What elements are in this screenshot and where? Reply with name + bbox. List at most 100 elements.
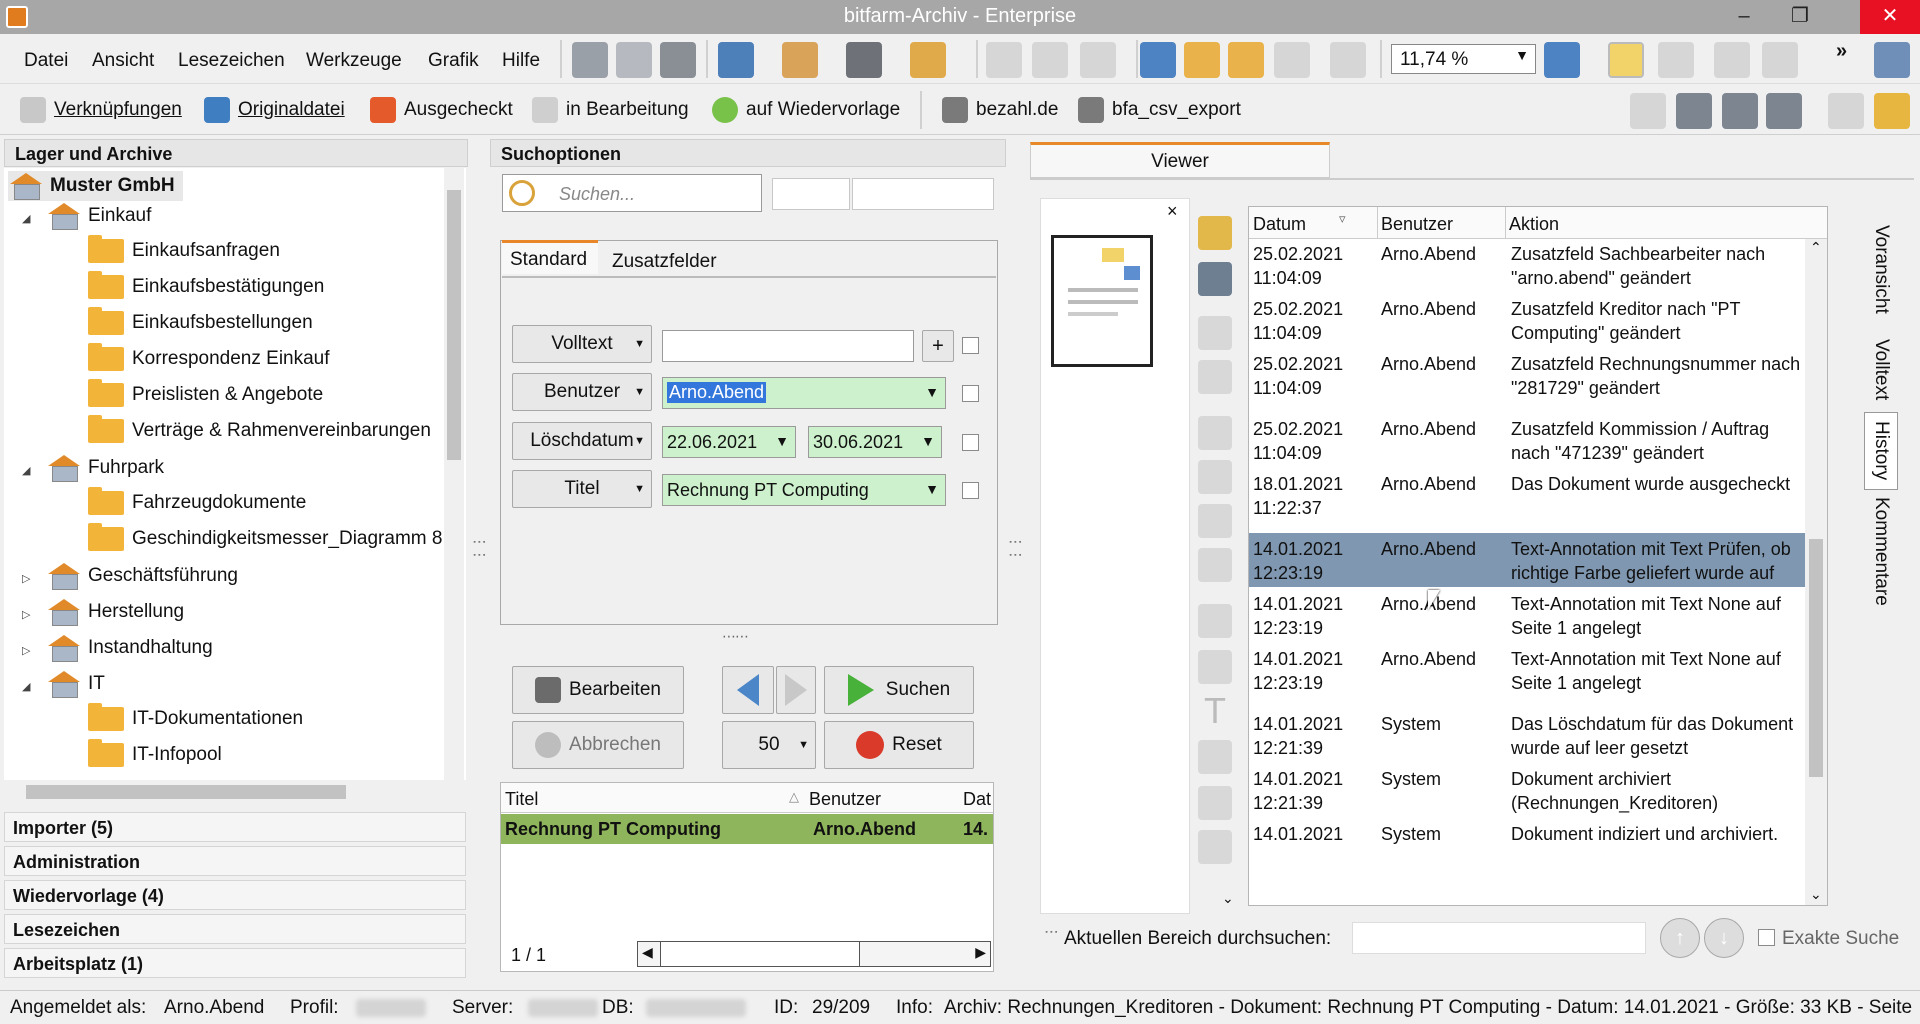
tree-node[interactable]: Einkaufsbestätigungen (88, 271, 324, 302)
doc-stamp-icon[interactable] (1630, 93, 1666, 129)
fit-width-icon[interactable] (1544, 42, 1580, 78)
results-hscrollbar[interactable]: ◀ ▶ (637, 941, 991, 967)
menu-hilfe[interactable]: Hilfe (502, 50, 540, 72)
tree-node[interactable]: Geschäftsführung (46, 561, 238, 591)
search-prev-button[interactable]: ↑ (1660, 918, 1700, 958)
history-row[interactable]: 14.01.2021 12:21:39 System Dokument archivi… (1249, 763, 1827, 815)
history-row[interactable]: 14.01.2021 System Dokument indiziert und a… (1249, 818, 1827, 870)
benutzer-select[interactable]: Arno.Abend ▼ (662, 377, 946, 409)
stamp-tool-icon[interactable] (1198, 504, 1232, 538)
scroll-thumb[interactable] (1809, 539, 1823, 777)
history-row[interactable]: 25.02.2021 11:04:09 Arno.Abend Zusatzfeld K… (1249, 293, 1827, 345)
stamp-icon[interactable] (1274, 42, 1310, 78)
history-row[interactable]: 14.01.2021 12:23:19 Arno.Abend Text-Annotat… (1249, 643, 1827, 695)
history-row[interactable]: 25.02.2021 11:04:09 Arno.Abend Zusatzfeld S… (1249, 238, 1827, 290)
note-tool-icon[interactable] (1198, 262, 1232, 296)
tile-view-icon[interactable] (660, 42, 696, 78)
tree-node[interactable]: Instandhaltung (46, 633, 213, 663)
history-row[interactable]: 14.01.2021 12:23:19 Arno.Abend Text-Annotat… (1249, 588, 1827, 640)
history-row[interactable]: 25.02.2021 11:04:09 Arno.Abend Zusatzfeld K… (1249, 413, 1827, 465)
splitter-grip[interactable]: ⋮ (1044, 925, 1060, 938)
cancel-button[interactable]: Abbrechen (512, 721, 684, 769)
tree-node[interactable]: Einkaufsbestellungen (88, 307, 313, 338)
bezahl-plugin-button[interactable]: bezahl.de (942, 95, 1058, 125)
meta-icon[interactable] (1766, 93, 1802, 129)
reset-button[interactable]: Reset (824, 721, 974, 769)
volltext-checkbox[interactable] (962, 337, 979, 354)
area-search-input[interactable] (1352, 922, 1646, 954)
minimize-button[interactable]: – (1716, 0, 1772, 34)
next-button[interactable] (776, 666, 816, 714)
tree-node-fuhrpark[interactable]: Fuhrpark (46, 453, 164, 483)
zoom-select[interactable]: 11,74 % ▼ (1391, 44, 1536, 74)
clipboard-icon[interactable] (910, 42, 946, 78)
history-row[interactable]: 14.01.2021 12:21:39 System Das Löschdatum f… (1249, 708, 1827, 760)
rotate-right-icon[interactable] (1080, 42, 1116, 78)
stamp-tool-icon[interactable] (1198, 548, 1232, 582)
tree-node-it[interactable]: IT (46, 669, 105, 699)
scroll-left-icon[interactable]: ◀ (642, 944, 653, 961)
expand-icon[interactable]: ▷ (22, 608, 30, 621)
collapse-icon[interactable]: ◢ (22, 464, 30, 477)
titel-checkbox[interactable] (962, 482, 979, 499)
tree-node-einkauf[interactable]: Einkauf (46, 201, 151, 231)
tree-scrollbar[interactable] (444, 168, 464, 780)
section-arbeitsplatz[interactable]: Arbeitsplatz (1) (4, 948, 466, 978)
menu-datei[interactable]: Datei (24, 50, 68, 72)
text-tool-icon[interactable]: T (1198, 693, 1232, 729)
rotate-180-icon[interactable] (1032, 42, 1068, 78)
col-date[interactable]: Dat (963, 789, 991, 810)
rotate-left-icon[interactable] (986, 42, 1022, 78)
sticky-note-tool-icon[interactable] (1198, 740, 1232, 774)
page-size-dropdown[interactable]: 50 ▼ (722, 721, 816, 769)
section-lesezeichen[interactable]: Lesezeichen (4, 914, 466, 944)
textbox-tool-icon[interactable] (1198, 650, 1232, 684)
lock-tool-icon[interactable] (1198, 216, 1232, 250)
expand-icon[interactable]: ▷ (22, 572, 30, 585)
splitter-grip[interactable]: ⋯⋯ (722, 628, 749, 645)
field-volltext-dropdown[interactable]: Volltext ▼ (512, 325, 652, 363)
maximize-button[interactable]: ❐ (1772, 0, 1828, 34)
menu-ansicht[interactable]: Ansicht (92, 50, 154, 72)
hand-icon[interactable] (1658, 42, 1694, 78)
date-from-input[interactable]: 22.06.2021 ▼ (662, 426, 796, 458)
col-benutzer[interactable]: Benutzer (1381, 214, 1453, 235)
tree-node[interactable]: IT-Dokumentationen (88, 703, 303, 734)
lock-page-icon[interactable] (1330, 42, 1366, 78)
menu-werkzeuge[interactable]: Werkzeuge (306, 50, 402, 72)
pencil-tool-icon[interactable] (1198, 830, 1232, 864)
expand-icon[interactable]: ▷ (22, 644, 30, 657)
field-benutzer-dropdown[interactable]: Benutzer ▼ (512, 373, 652, 411)
tab-voransicht[interactable]: Voransicht (1864, 214, 1898, 324)
tab-history[interactable]: History (1864, 412, 1898, 490)
collapse-icon[interactable]: ◢ (22, 212, 30, 225)
tree-node[interactable]: Einkaufsanfragen (88, 235, 280, 266)
loeschdatum-checkbox[interactable] (962, 434, 979, 451)
menu-grafik[interactable]: Grafik (428, 50, 479, 72)
doc-settings-icon[interactable] (1676, 93, 1712, 129)
tab-volltext[interactable]: Volltext (1864, 330, 1898, 410)
hash-icon[interactable] (1140, 42, 1176, 78)
tree-node[interactable]: Preislisten & Angebote (88, 379, 323, 410)
splitter-grip[interactable]: ⋮⋮ (1008, 535, 1024, 561)
tree-view-icon[interactable] (572, 42, 608, 78)
table-row[interactable]: Rechnung PT Computing Arno.Abend 14. (501, 814, 993, 844)
collapse-icon[interactable]: ◢ (22, 680, 30, 693)
key-icon[interactable] (1184, 42, 1220, 78)
tab-kommentare[interactable]: Kommentare (1864, 492, 1898, 610)
field-loeschdatum-dropdown[interactable]: Löschdatum ▼ (512, 422, 652, 460)
toolbar-overflow-icon[interactable]: » (1836, 40, 1847, 63)
tab-zusatzfelder[interactable]: Zusatzfelder (604, 246, 720, 274)
lock-icon[interactable] (1874, 93, 1910, 129)
search-box[interactable]: Suchen... (502, 174, 762, 212)
splitter-grip[interactable]: ⋮⋮ (472, 535, 488, 561)
tree-node[interactable]: Verträge & Rahmenvereinbarungen (88, 415, 431, 446)
history-row[interactable]: 25.02.2021 11:04:09 Arno.Abend Zusatzfeld R… (1249, 348, 1827, 400)
tree-node[interactable]: Korrespondenz Einkauf (88, 343, 330, 374)
save-icon[interactable] (718, 42, 754, 78)
csv-export-plugin-button[interactable]: bfa_csv_export (1078, 95, 1241, 125)
history-row[interactable]: 14.01.2021 12:23:19 Arno.Abend Text-Annotat… (1249, 533, 1827, 587)
exact-search-checkbox[interactable] (1758, 929, 1775, 946)
add-condition-button[interactable]: + (922, 330, 954, 362)
pen-tool-icon[interactable] (1198, 786, 1232, 820)
